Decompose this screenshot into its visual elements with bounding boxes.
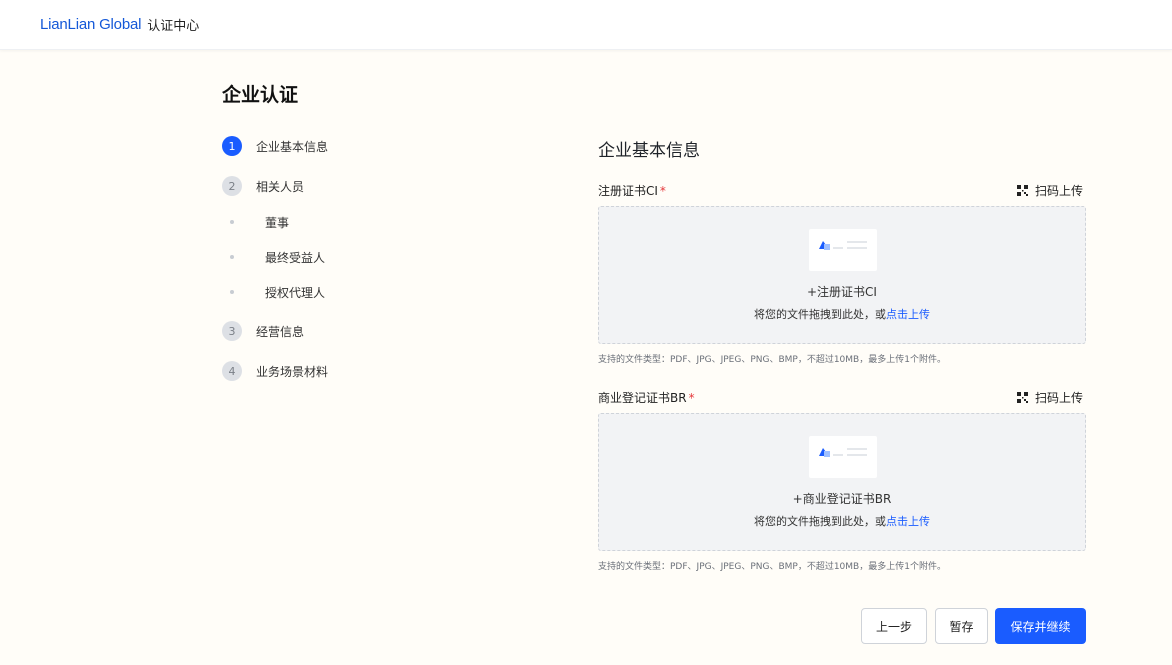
substep-dot (222, 255, 242, 259)
step-number: 1 (222, 136, 242, 156)
ci-file-note: 支持的文件类型：PDF、JPG、JPEG、PNG、BMP，不超过10MB，最多上… (598, 355, 946, 365)
br-file-note: 支持的文件类型：PDF、JPG、JPEG、PNG、BMP，不超过10MB，最多上… (598, 562, 946, 572)
section-title: 企业基本信息 (598, 141, 700, 161)
drag-hint-text: 将您的文件拖拽到此处，或 (754, 515, 886, 528)
ci-add-text[interactable]: +注册证书CI (599, 283, 1085, 300)
br-scan-upload-button[interactable]: 扫码上传 (1017, 389, 1083, 406)
scan-label: 扫码上传 (1035, 391, 1084, 405)
ci-scan-upload-button[interactable]: 扫码上传 (1017, 182, 1083, 199)
step-label: 经营信息 (256, 324, 305, 339)
br-drop-zone[interactable]: +商业登记证书BR 将您的文件拖拽到此处，或点击上传 (598, 413, 1086, 551)
brand-logo[interactable]: LianLian Global (40, 16, 141, 33)
required-mark: * (688, 391, 695, 405)
br-upload-label: 商业登记证书BR * (598, 389, 695, 406)
drag-hint-text: 将您的文件拖拽到此处，或 (754, 308, 886, 321)
br-add-text[interactable]: +商业登记证书BR (599, 490, 1085, 507)
qr-code-icon (1017, 392, 1028, 403)
step-number: 3 (222, 321, 242, 341)
br-click-upload-link[interactable]: 点击上传 (886, 515, 930, 528)
qr-code-icon (1017, 185, 1028, 196)
step-basic-info[interactable]: 1 企业基本信息 (222, 136, 328, 156)
substep-authorized-agent[interactable]: 授权代理人 (222, 282, 325, 302)
top-bar: LianLian Global 认证中心 (0, 0, 1172, 50)
step-label: 企业基本信息 (256, 139, 329, 154)
step-business-info[interactable]: 3 经营信息 (222, 321, 304, 341)
br-drag-hint: 将您的文件拖拽到此处，或点击上传 (599, 513, 1085, 529)
ci-label-text: 注册证书CI (598, 184, 658, 198)
substep-label: 董事 (265, 215, 290, 230)
prev-step-button[interactable]: 上一步 (861, 608, 927, 644)
ci-upload-label: 注册证书CI * (598, 182, 666, 199)
step-related-persons[interactable]: 2 相关人员 (222, 176, 304, 196)
step-number: 2 (222, 176, 242, 196)
substep-dot (222, 290, 242, 294)
save-continue-button[interactable]: 保存并继续 (995, 608, 1086, 644)
scan-label: 扫码上传 (1035, 184, 1084, 198)
br-label-text: 商业登记证书BR (598, 391, 687, 405)
step-number: 4 (222, 361, 242, 381)
ci-drag-hint: 将您的文件拖拽到此处，或点击上传 (599, 306, 1085, 322)
save-draft-button[interactable]: 暂存 (935, 608, 988, 644)
substep-directors[interactable]: 董事 (222, 212, 289, 232)
step-label: 业务场景材料 (256, 364, 329, 379)
header-title: 认证中心 (147, 19, 200, 34)
file-placeholder-icon (809, 436, 877, 478)
ci-click-upload-link[interactable]: 点击上传 (886, 308, 930, 321)
step-scenario-materials[interactable]: 4 业务场景材料 (222, 361, 328, 381)
substep-label: 最终受益人 (265, 250, 326, 265)
file-placeholder-icon (809, 229, 877, 271)
substep-dot (222, 220, 242, 224)
required-mark: * (659, 184, 666, 198)
page-title: 企业认证 (222, 84, 299, 106)
ci-drop-zone[interactable]: +注册证书CI 将您的文件拖拽到此处，或点击上传 (598, 206, 1086, 344)
step-label: 相关人员 (256, 179, 305, 194)
substep-label: 授权代理人 (265, 285, 326, 300)
substep-beneficial-owners[interactable]: 最终受益人 (222, 247, 325, 267)
